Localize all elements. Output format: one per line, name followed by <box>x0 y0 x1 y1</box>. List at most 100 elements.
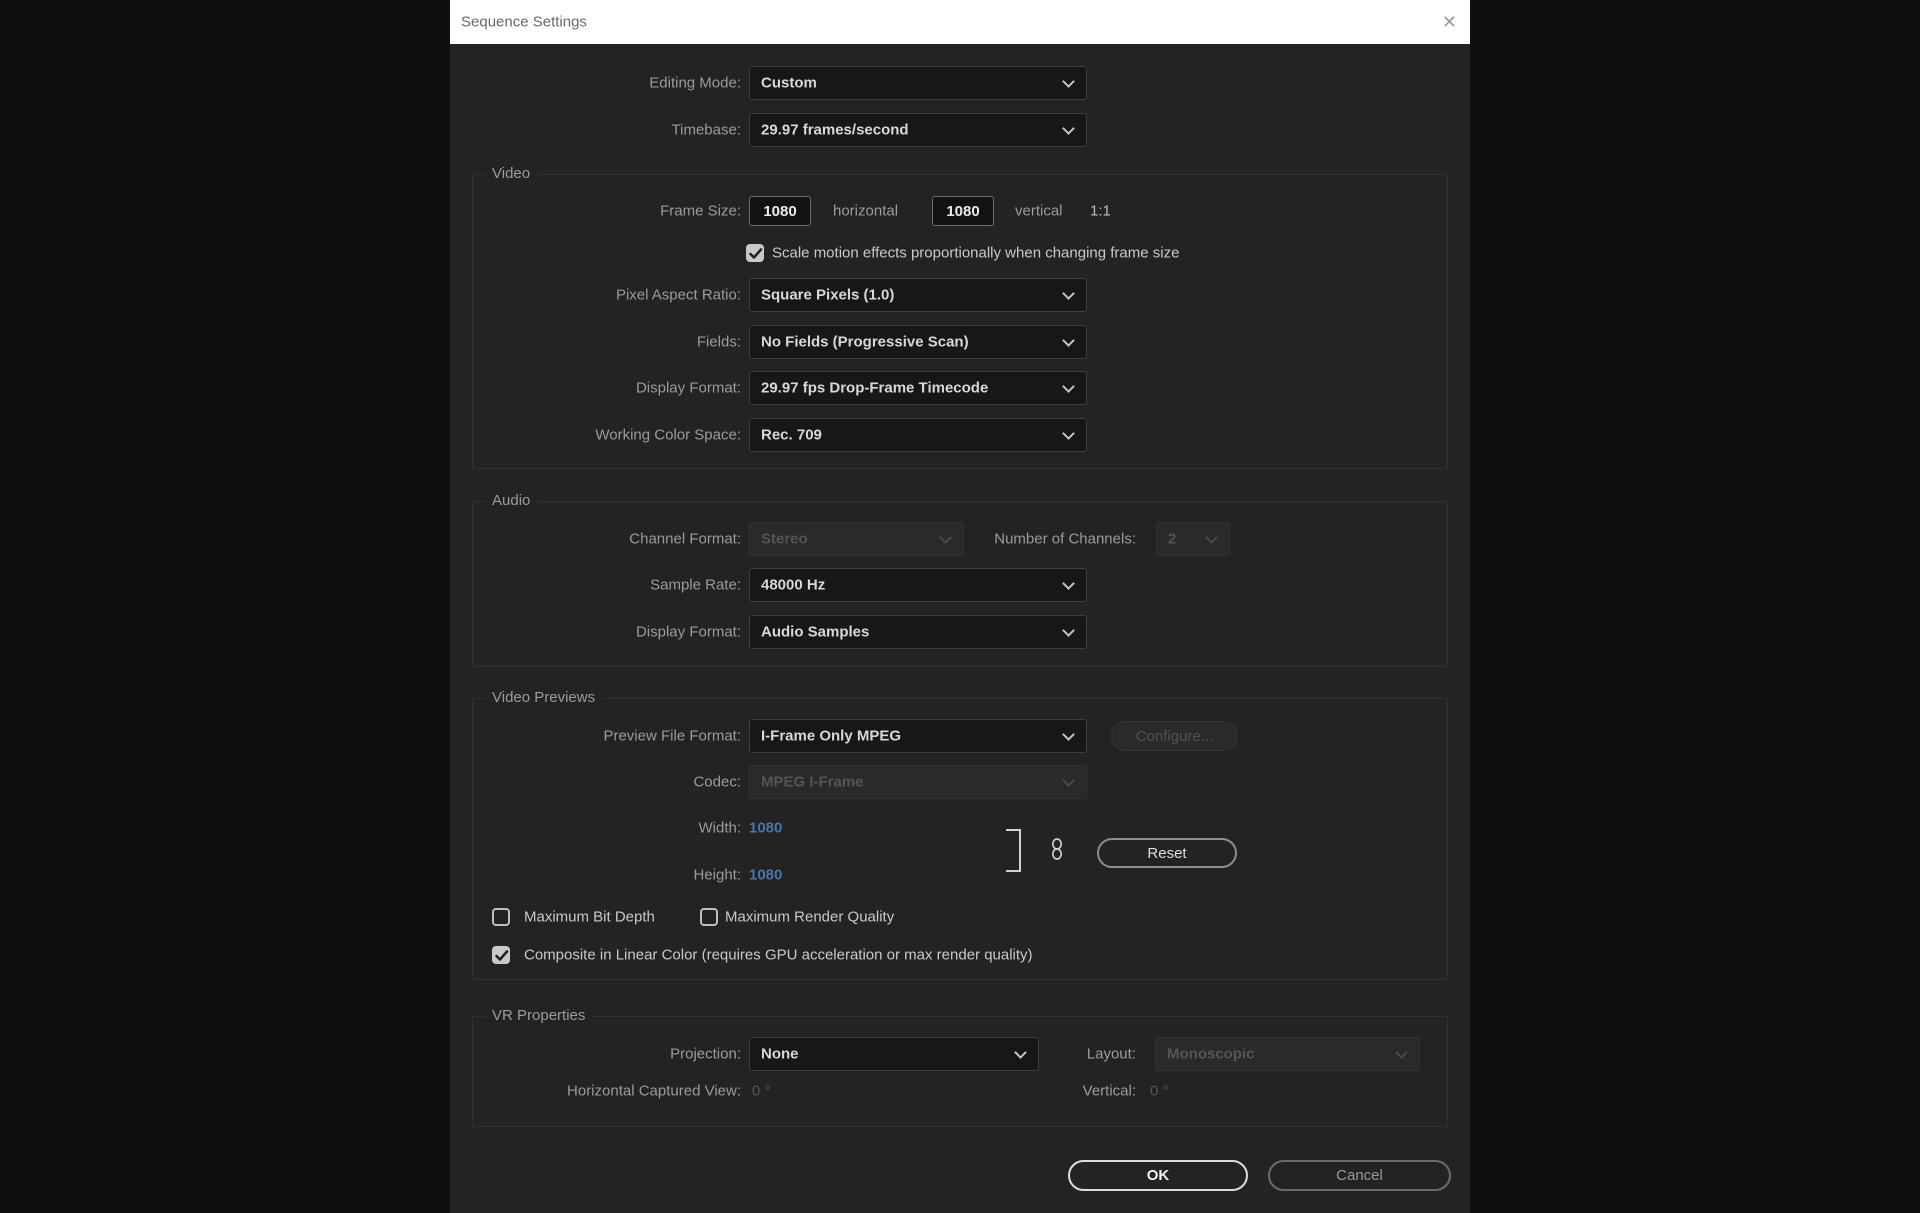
max-render-quality-label: Maximum Render Quality <box>725 909 894 926</box>
chevron-down-icon <box>1062 122 1075 135</box>
ok-button[interactable]: OK <box>1068 1160 1248 1191</box>
horizontal-label: horizontal <box>833 203 898 220</box>
projection-label: Projection: <box>450 1046 741 1063</box>
fields-value: No Fields (Progressive Scan) <box>761 334 969 351</box>
composite-linear-row: Composite in Linear Color (requires GPU … <box>450 944 1470 966</box>
max-bit-depth-checkbox[interactable] <box>492 908 510 926</box>
scale-motion-checkbox[interactable] <box>746 244 764 262</box>
max-render-quality-checkbox[interactable] <box>700 908 718 926</box>
channel-format-row: Channel Format: Stereo Number of Channel… <box>450 522 1470 556</box>
codec-row: Codec: MPEG I-Frame <box>450 765 1470 799</box>
chevron-down-icon <box>1062 624 1075 637</box>
audio-display-format-row: Display Format: Audio Samples <box>450 615 1470 649</box>
vertical-captured-view-label: Vertical: <box>890 1083 1136 1100</box>
composite-linear-checkbox[interactable] <box>492 946 510 964</box>
layout-dropdown: Monoscopic <box>1155 1037 1420 1071</box>
chevron-down-icon <box>1062 774 1075 787</box>
chevron-down-icon <box>1395 1046 1408 1059</box>
chevron-down-icon <box>1062 577 1075 590</box>
width-height-bracket <box>1006 829 1021 872</box>
reset-button[interactable]: Reset <box>1097 838 1237 868</box>
working-color-space-dropdown[interactable]: Rec. 709 <box>749 418 1087 452</box>
preview-file-format-value: I-Frame Only MPEG <box>761 728 901 745</box>
preview-file-format-dropdown[interactable]: I-Frame Only MPEG <box>749 719 1087 753</box>
codec-dropdown: MPEG I-Frame <box>749 765 1087 799</box>
audio-display-format-dropdown[interactable]: Audio Samples <box>749 615 1087 649</box>
frame-size-label: Frame Size: <box>450 203 741 220</box>
sample-rate-label: Sample Rate: <box>450 577 741 594</box>
editing-mode-dropdown[interactable]: Custom <box>749 66 1087 100</box>
pixel-aspect-label: Pixel Aspect Ratio: <box>450 287 741 304</box>
frame-width-input[interactable]: 1080 <box>749 196 811 226</box>
vertical-label: vertical <box>1015 203 1063 220</box>
pixel-aspect-dropdown[interactable]: Square Pixels (1.0) <box>749 278 1087 312</box>
dialog-titlebar: Sequence Settings ✕ <box>450 0 1470 44</box>
channel-format-value: Stereo <box>761 531 808 548</box>
number-of-channels-dropdown: 2 <box>1156 522 1230 556</box>
timebase-row: Timebase: 29.97 frames/second <box>450 113 1470 147</box>
preview-file-format-row: Preview File Format: I-Frame Only MPEG <box>450 719 1470 753</box>
preview-file-format-label: Preview File Format: <box>450 728 741 745</box>
preview-height-label: Height: <box>450 867 741 884</box>
chevron-down-icon <box>1062 287 1075 300</box>
sequence-settings-dialog: Sequence Settings ✕ Editing Mode: Custom… <box>450 0 1470 1213</box>
sample-rate-dropdown[interactable]: 48000 Hz <box>749 568 1087 602</box>
codec-label: Codec: <box>450 774 741 791</box>
vr-properties-section-label: VR Properties <box>485 1007 592 1024</box>
layout-label: Layout: <box>950 1046 1136 1063</box>
pixel-aspect-row: Pixel Aspect Ratio: Square Pixels (1.0) <box>450 278 1470 312</box>
working-color-space-label: Working Color Space: <box>450 427 741 444</box>
vertical-captured-view-value: 0 ° <box>1150 1083 1169 1100</box>
chevron-down-icon <box>1062 380 1075 393</box>
number-of-channels-value: 2 <box>1168 531 1176 548</box>
fields-dropdown[interactable]: No Fields (Progressive Scan) <box>749 325 1087 359</box>
composite-linear-label: Composite in Linear Color (requires GPU … <box>524 947 1033 964</box>
channel-format-label: Channel Format: <box>450 531 741 548</box>
video-display-format-value: 29.97 fps Drop-Frame Timecode <box>761 380 988 397</box>
fields-label: Fields: <box>450 334 741 351</box>
chevron-down-icon <box>1205 531 1218 544</box>
captured-view-row: Horizontal Captured View: 0 ° Vertical: … <box>450 1080 1470 1102</box>
video-display-format-dropdown[interactable]: 29.97 fps Drop-Frame Timecode <box>749 371 1087 405</box>
preview-width-value[interactable]: 1080 <box>749 820 782 837</box>
close-icon[interactable]: ✕ <box>1442 13 1457 31</box>
editing-mode-row: Editing Mode: Custom <box>450 66 1470 100</box>
projection-value: None <box>761 1046 799 1063</box>
preview-width-label: Width: <box>450 820 741 837</box>
video-previews-section-label: Video Previews <box>485 689 602 706</box>
timebase-label: Timebase: <box>450 122 741 139</box>
video-section-label: Video <box>485 165 537 182</box>
scale-motion-label: Scale motion effects proportionally when… <box>772 245 1179 262</box>
chevron-down-icon <box>1062 728 1075 741</box>
dialog-title: Sequence Settings <box>461 14 587 31</box>
number-of-channels-label: Number of Channels: <box>890 531 1136 548</box>
max-bit-depth-label: Maximum Bit Depth <box>524 909 655 926</box>
audio-display-format-label: Display Format: <box>450 624 741 641</box>
video-display-format-row: Display Format: 29.97 fps Drop-Frame Tim… <box>450 371 1470 405</box>
configure-button: Configure... <box>1111 721 1238 751</box>
fields-row: Fields: No Fields (Progressive Scan) <box>450 325 1470 359</box>
vr-properties-section: VR Properties <box>472 1016 1448 1127</box>
timebase-dropdown[interactable]: 29.97 frames/second <box>749 113 1087 147</box>
preview-height-value[interactable]: 1080 <box>749 867 782 884</box>
sample-rate-row: Sample Rate: 48000 Hz <box>450 568 1470 602</box>
sample-rate-value: 48000 Hz <box>761 577 825 594</box>
pixel-aspect-ratio-readout: 1:1 <box>1090 203 1111 220</box>
preview-height-row: Height: 1080 <box>450 864 1470 886</box>
frame-size-row: Frame Size: 1080 horizontal 1080 vertica… <box>450 194 1470 228</box>
audio-section-label: Audio <box>485 492 537 509</box>
cancel-button[interactable]: Cancel <box>1268 1160 1451 1191</box>
chevron-down-icon <box>1062 427 1075 440</box>
layout-value: Monoscopic <box>1167 1046 1255 1063</box>
link-icon[interactable] <box>1050 838 1064 860</box>
quality-checkbox-row: Maximum Bit Depth Maximum Render Quality <box>450 906 1470 928</box>
horizontal-captured-view-label: Horizontal Captured View: <box>450 1083 741 1100</box>
working-color-space-row: Working Color Space: Rec. 709 <box>450 418 1470 452</box>
projection-row: Projection: None Layout: Monoscopic <box>450 1037 1470 1071</box>
scale-motion-row: Scale motion effects proportionally when… <box>450 242 1470 264</box>
preview-width-row: Width: 1080 <box>450 817 1470 839</box>
editing-mode-value: Custom <box>761 75 817 92</box>
timebase-value: 29.97 frames/second <box>761 122 909 139</box>
frame-height-input[interactable]: 1080 <box>932 196 994 226</box>
audio-display-format-value: Audio Samples <box>761 624 869 641</box>
